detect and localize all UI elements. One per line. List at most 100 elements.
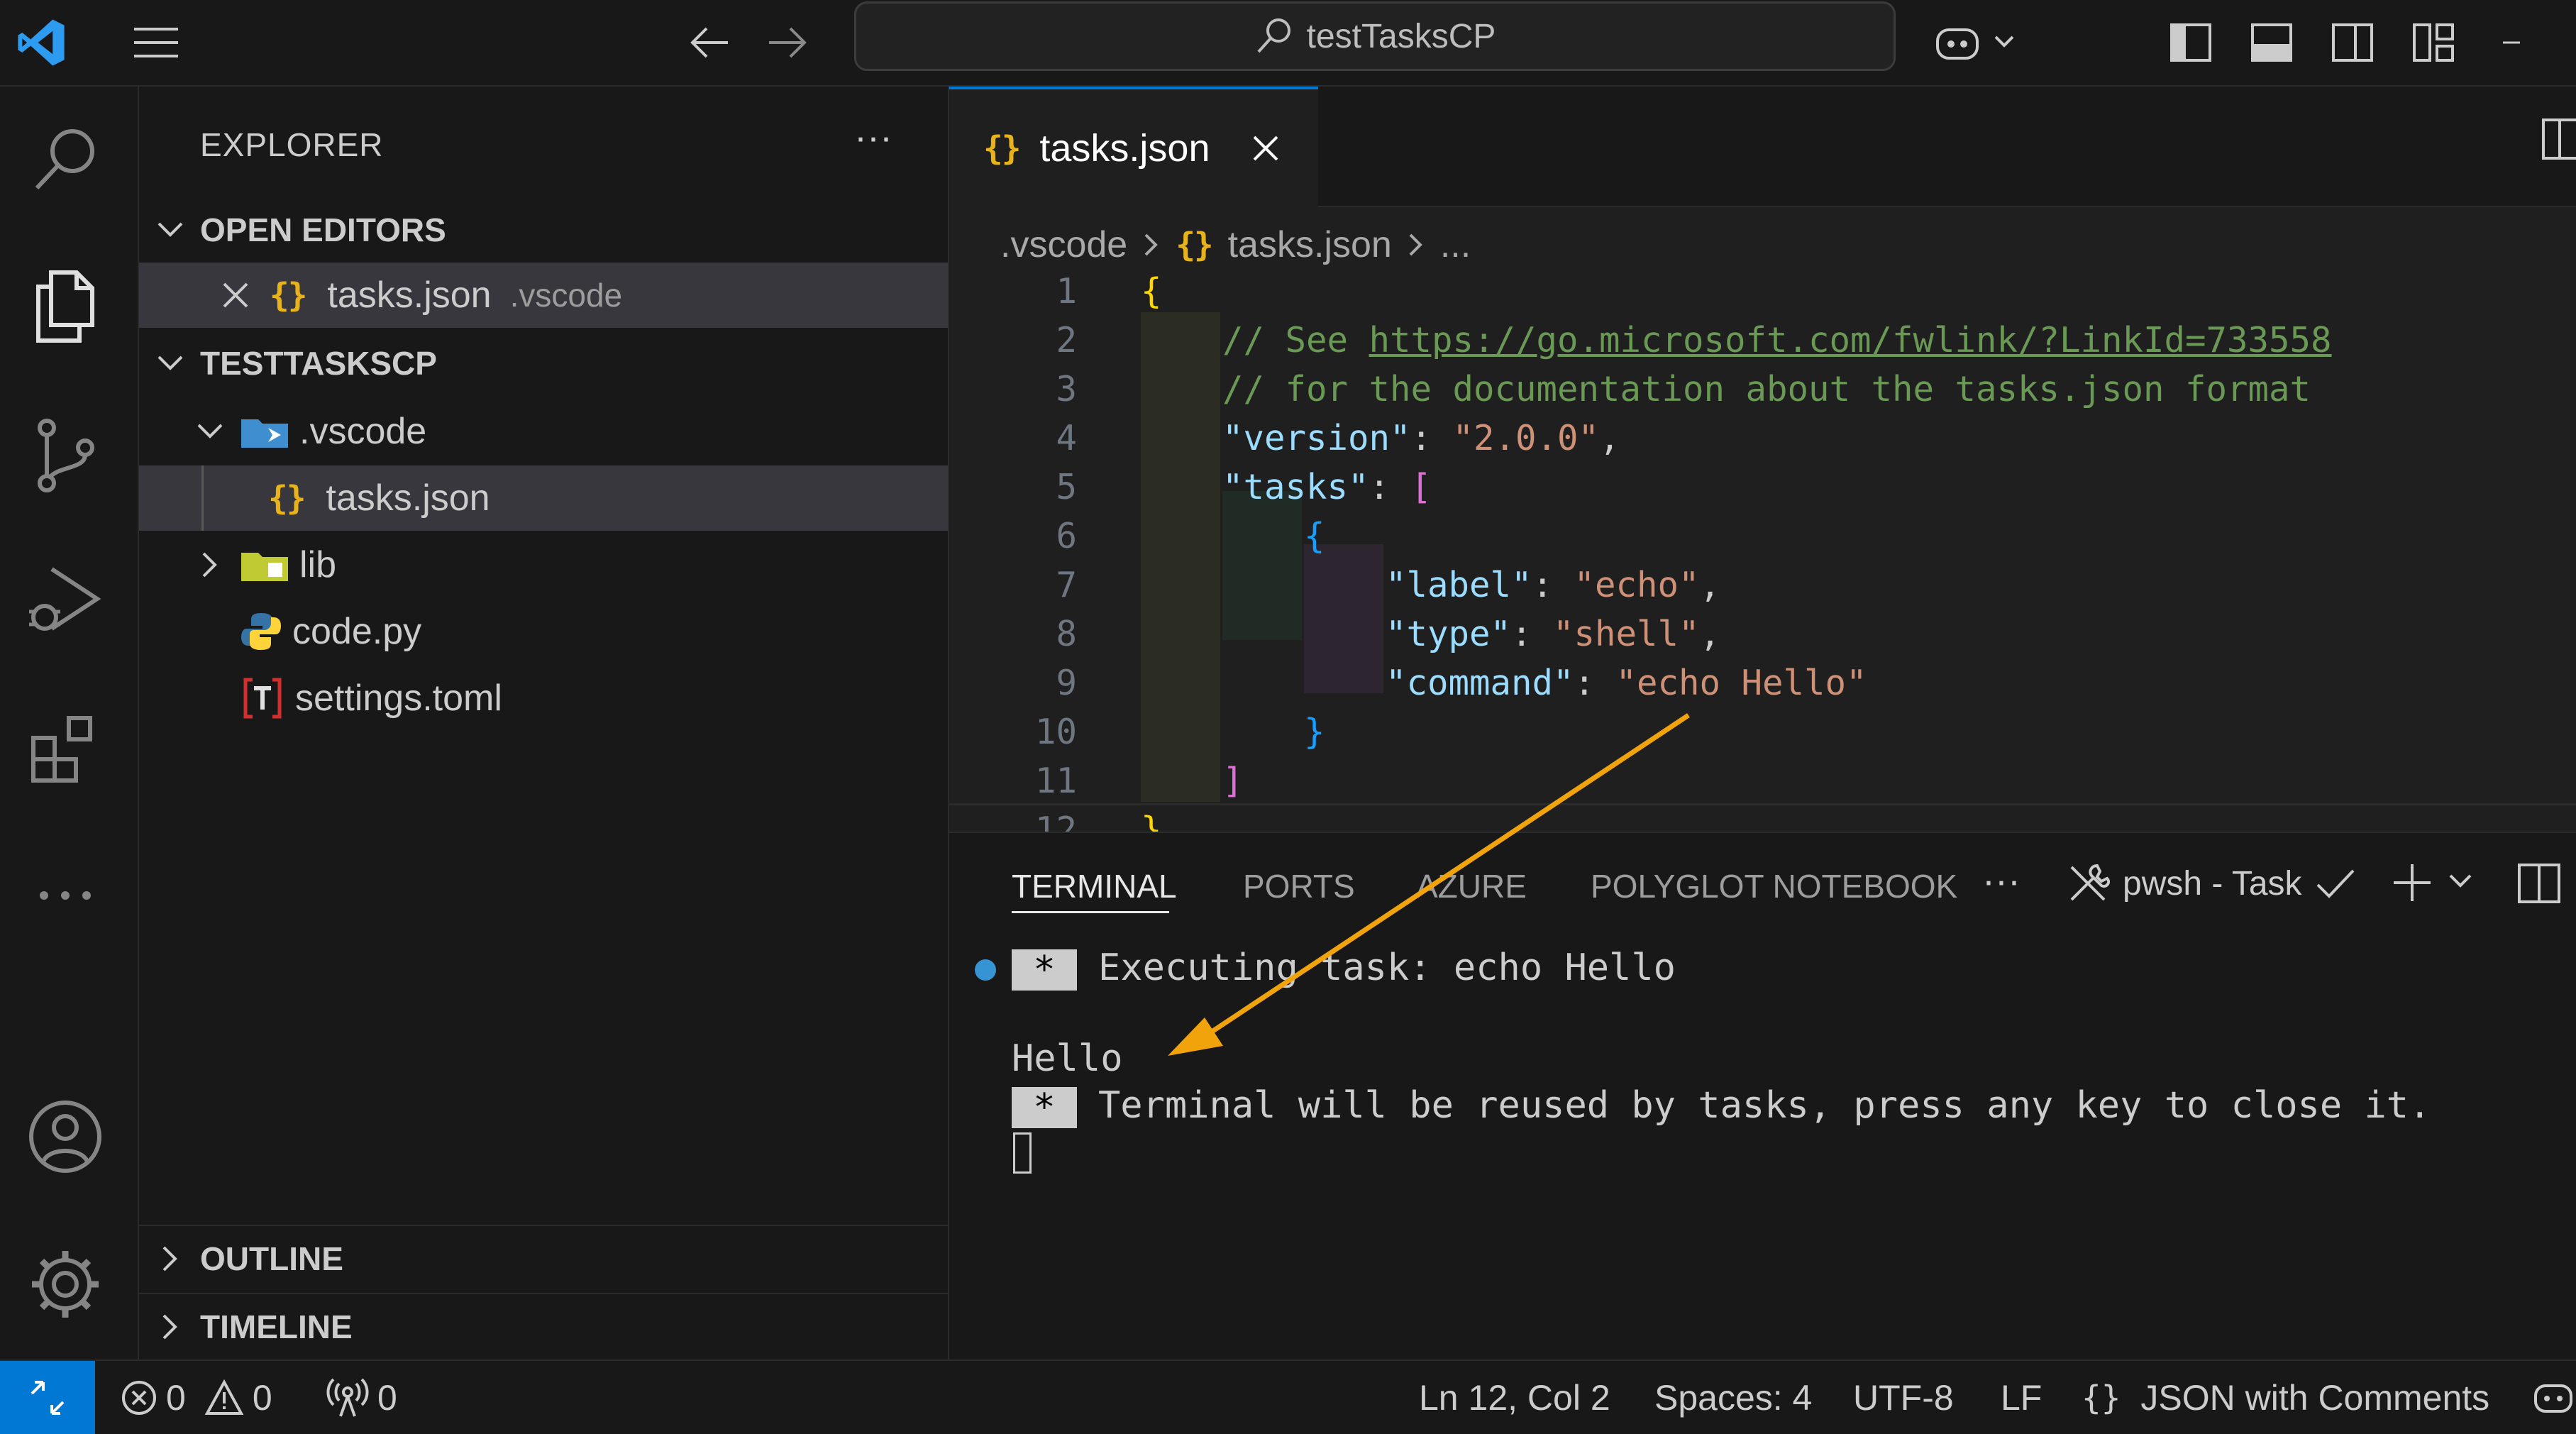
line-number: 2 bbox=[1056, 320, 1077, 360]
new-terminal-icon[interactable] bbox=[2391, 861, 2433, 904]
settings-gear-icon[interactable] bbox=[23, 1242, 108, 1327]
explorer-more-actions-button[interactable]: ··· bbox=[854, 115, 892, 159]
line-number: 6 bbox=[1056, 516, 1077, 556]
indent-guide-highlight bbox=[1222, 491, 1302, 640]
close-icon[interactable] bbox=[1251, 134, 1280, 162]
line-number: 8 bbox=[1056, 614, 1077, 654]
search-view-icon[interactable] bbox=[23, 117, 108, 202]
explorer-files-icon[interactable] bbox=[23, 263, 108, 348]
code-line: { bbox=[1141, 271, 1162, 311]
problems-indicator[interactable]: 0 0 bbox=[121, 1361, 272, 1434]
tab-label: tasks.json bbox=[1039, 127, 1210, 170]
line-number: 4 bbox=[1056, 418, 1077, 458]
open-editors-header[interactable]: OPEN EDITORS bbox=[139, 197, 948, 263]
terminal-selector[interactable]: pwsh - Task bbox=[2066, 861, 2356, 905]
status-bar: 0 0 0 Ln 12, Col 2 Spaces: 4 UTF-8 LF {}… bbox=[0, 1359, 2576, 1434]
outline-header[interactable]: OUTLINE bbox=[139, 1226, 948, 1291]
command-status-dot bbox=[975, 959, 996, 981]
copilot-status-icon[interactable] bbox=[2533, 1361, 2574, 1434]
line-number: 3 bbox=[1056, 369, 1077, 409]
accounts-icon[interactable] bbox=[23, 1094, 108, 1179]
tree-item-tasks-json[interactable]: {} tasks.json bbox=[139, 465, 948, 531]
run-debug-icon[interactable] bbox=[23, 558, 108, 644]
vscode-logo-icon bbox=[13, 14, 70, 71]
split-editor-icon[interactable] bbox=[2541, 118, 2576, 160]
activity-bar bbox=[0, 87, 139, 1359]
open-editor-item[interactable]: {} tasks.json .vscode bbox=[139, 263, 948, 328]
line-number: 1 bbox=[1056, 271, 1077, 311]
cursor-position[interactable]: Ln 12, Col 2 bbox=[1419, 1361, 1610, 1434]
encoding-setting[interactable]: UTF-8 bbox=[1853, 1361, 1954, 1434]
extensions-icon[interactable] bbox=[23, 706, 108, 791]
split-terminal-icon[interactable] bbox=[2517, 863, 2561, 904]
tree-item-code-py[interactable]: code.py bbox=[139, 599, 948, 664]
tree-item-label: code.py bbox=[292, 611, 422, 652]
tools-icon bbox=[2066, 861, 2110, 905]
copilot-icon[interactable] bbox=[1926, 14, 2025, 71]
code-line: "tasks": [ bbox=[1222, 467, 1432, 507]
tree-item-label: lib bbox=[299, 544, 337, 585]
terminal-line-output: Hello bbox=[1012, 1037, 1123, 1080]
annotation-arrow-icon bbox=[1168, 713, 1690, 1056]
chevron-down-icon bbox=[149, 342, 192, 385]
tree-item-vscode-folder[interactable]: .vscode bbox=[139, 399, 948, 464]
json-file-icon: {} bbox=[268, 479, 306, 517]
more-views-icon[interactable] bbox=[23, 853, 108, 938]
tree-item-label: settings.toml bbox=[295, 678, 502, 719]
code-line: { bbox=[1304, 516, 1325, 556]
command-center-search[interactable]: testTasksCP bbox=[854, 1, 1896, 71]
tree-item-lib-folder[interactable]: lib bbox=[139, 532, 948, 597]
error-icon bbox=[121, 1379, 157, 1416]
close-icon[interactable] bbox=[214, 274, 257, 316]
tree-item-settings-toml[interactable]: settings.toml bbox=[139, 666, 948, 731]
forwarded-ports-indicator[interactable]: 0 bbox=[326, 1361, 397, 1434]
breadcrumb-file[interactable]: tasks.json bbox=[1228, 224, 1392, 266]
remote-indicator[interactable] bbox=[0, 1361, 95, 1434]
code-line: // for the documentation about the tasks… bbox=[1222, 369, 2311, 409]
customize-layout-icon[interactable] bbox=[2405, 14, 2462, 71]
source-control-icon[interactable] bbox=[23, 413, 108, 498]
chevron-down-icon[interactable] bbox=[2448, 873, 2473, 891]
chevron-right-icon bbox=[149, 1306, 192, 1348]
back-arrow-icon[interactable] bbox=[681, 14, 738, 71]
line-number: 11 bbox=[1034, 761, 1077, 801]
open-editors-label: OPEN EDITORS bbox=[200, 211, 446, 248]
outline-label: OUTLINE bbox=[200, 1240, 343, 1277]
eol-setting[interactable]: LF bbox=[2001, 1361, 2042, 1434]
forward-arrow-icon[interactable] bbox=[759, 14, 816, 71]
timeline-header[interactable]: TIMELINE bbox=[139, 1294, 948, 1359]
workspace-label: TESTTASKSCP bbox=[200, 345, 437, 382]
toggle-secondary-sidebar-icon[interactable] bbox=[2324, 14, 2381, 71]
minimize-icon[interactable] bbox=[2483, 14, 2540, 71]
vscode-folder-icon bbox=[240, 414, 289, 449]
breadcrumb-rest[interactable]: ... bbox=[1440, 224, 1471, 266]
indentation-setting[interactable]: Spaces: 4 bbox=[1654, 1361, 1812, 1434]
error-count: 0 bbox=[166, 1377, 186, 1418]
line-number: 7 bbox=[1056, 565, 1077, 605]
menu-icon[interactable] bbox=[128, 14, 184, 71]
chevron-down-icon bbox=[189, 410, 231, 453]
command-center-label: testTasksCP bbox=[1306, 17, 1496, 55]
ports-count: 0 bbox=[377, 1377, 397, 1418]
code-line: "label": "echo", bbox=[1386, 565, 1721, 605]
language-mode[interactable]: {} JSON with Comments bbox=[2082, 1361, 2489, 1434]
indent-guide-highlight bbox=[1304, 544, 1383, 693]
panel-more-button[interactable]: ··· bbox=[1982, 859, 2021, 903]
sidebar-title: EXPLORER bbox=[200, 126, 384, 163]
code-link[interactable]: https://go.microsoft.com/fwlink/?LinkId=… bbox=[1369, 320, 2332, 360]
breadcrumb-folder[interactable]: .vscode bbox=[1000, 224, 1127, 266]
open-editor-path: .vscode bbox=[509, 277, 623, 314]
tree-indent-guide bbox=[201, 465, 204, 531]
toggle-panel-icon[interactable] bbox=[2243, 14, 2300, 71]
chevron-down-icon bbox=[149, 209, 192, 251]
chevron-right-icon bbox=[1143, 231, 1160, 259]
toggle-sidebar-icon[interactable] bbox=[2162, 14, 2219, 71]
workspace-header[interactable]: TESTTASKSCP bbox=[139, 331, 948, 396]
explorer-sidebar: EXPLORER ··· OPEN EDITORS {} tasks.json … bbox=[139, 87, 949, 1359]
braces-icon: {} bbox=[2082, 1378, 2121, 1417]
warning-icon bbox=[204, 1379, 244, 1416]
code-line: // See https://go.microsoft.com/fwlink/?… bbox=[1222, 320, 2332, 360]
warning-count: 0 bbox=[252, 1377, 272, 1418]
language-label: JSON with Comments bbox=[2140, 1377, 2490, 1418]
tab-tasks-json[interactable]: {} tasks.json bbox=[949, 87, 1318, 207]
